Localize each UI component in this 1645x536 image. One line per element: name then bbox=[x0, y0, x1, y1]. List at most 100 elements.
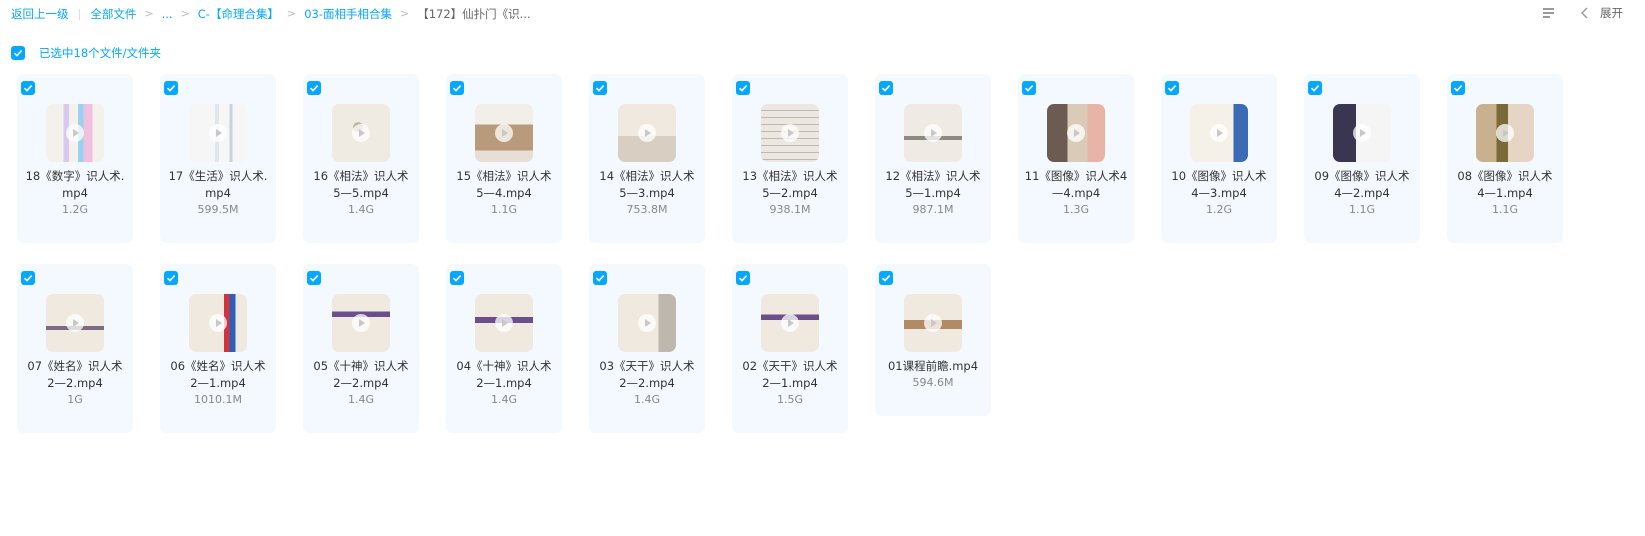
file-checkbox[interactable] bbox=[593, 271, 607, 285]
file-checkbox[interactable] bbox=[879, 81, 893, 95]
video-thumbnail bbox=[332, 294, 390, 352]
file-name: 17《生活》识人术. mp4 bbox=[168, 169, 268, 200]
video-thumbnail bbox=[1333, 104, 1391, 162]
file-size: 938.1M bbox=[769, 203, 811, 216]
play-icon bbox=[495, 314, 513, 332]
file-checkbox[interactable] bbox=[879, 271, 893, 285]
checkmark-icon bbox=[881, 275, 891, 282]
file-size: 753.8M bbox=[626, 203, 668, 216]
breadcrumb-level1[interactable]: C-【命理合集】 bbox=[198, 6, 279, 22]
file-card[interactable]: 11《图像》识人术4 —4.mp4 1.3G bbox=[1018, 74, 1134, 243]
play-icon bbox=[66, 314, 84, 332]
file-checkbox[interactable] bbox=[1165, 81, 1179, 95]
file-card[interactable]: 18《数字》识人术. mp4 1.2G bbox=[17, 74, 133, 243]
file-checkbox[interactable] bbox=[1451, 81, 1465, 95]
checkmark-icon bbox=[23, 275, 33, 282]
breadcrumb-ellipsis[interactable]: ... bbox=[162, 6, 173, 22]
file-card[interactable]: 03《天干》识人术 2—2.mp4 1.4G bbox=[589, 264, 705, 433]
video-thumbnail bbox=[189, 104, 247, 162]
top-bar: 返回上一级 | 全部文件 > ... > C-【命理合集】 > 03-面相手相合… bbox=[0, 0, 1645, 28]
video-thumbnail bbox=[475, 104, 533, 162]
file-card[interactable]: 12《相法》识人术 5—1.mp4 987.1M bbox=[875, 74, 991, 243]
file-size: 987.1M bbox=[912, 203, 954, 216]
file-checkbox[interactable] bbox=[21, 81, 35, 95]
file-size: 1.4G bbox=[347, 203, 375, 216]
file-name: 16《相法》识人术 5—5.mp4 bbox=[313, 169, 409, 200]
play-icon bbox=[66, 124, 84, 142]
view-tools: 展开 bbox=[1541, 5, 1623, 21]
breadcrumb-current: 【172】仙扑门《识... bbox=[417, 7, 531, 21]
file-name: 11《图像》识人术4 —4.mp4 bbox=[1024, 169, 1128, 200]
file-card[interactable]: 02《天干》识人术 2—1.mp4 1.5G bbox=[732, 264, 848, 433]
file-card[interactable]: 10《图像》识人术 4—3.mp4 1.2G bbox=[1161, 74, 1277, 243]
play-icon bbox=[781, 124, 799, 142]
file-size: 1.1G bbox=[1491, 203, 1519, 216]
video-thumbnail bbox=[618, 104, 676, 162]
checkmark-icon bbox=[13, 50, 23, 57]
file-checkbox[interactable] bbox=[307, 81, 321, 95]
file-card[interactable]: 16《相法》识人术 5—5.mp4 1.4G bbox=[303, 74, 419, 243]
checkmark-icon bbox=[738, 275, 748, 282]
video-thumbnail bbox=[618, 294, 676, 352]
file-name: 07《姓名》识人术 2—2.mp4 bbox=[27, 359, 123, 390]
file-checkbox[interactable] bbox=[21, 271, 35, 285]
breadcrumb-level2[interactable]: 03-面相手相合集 bbox=[304, 6, 392, 22]
file-card[interactable]: 09《图像》识人术 4—2.mp4 1.1G bbox=[1304, 74, 1420, 243]
checkmark-icon bbox=[309, 275, 319, 282]
file-card[interactable]: 06《姓名》识人术 2—1.mp4 1010.1M bbox=[160, 264, 276, 433]
file-name: 03《天干》识人术 2—2.mp4 bbox=[599, 359, 695, 390]
breadcrumb-separator-icon: > bbox=[180, 7, 190, 20]
list-view-icon[interactable] bbox=[1541, 5, 1557, 21]
checkmark-icon bbox=[452, 275, 462, 282]
select-all-checkbox[interactable] bbox=[11, 46, 25, 60]
chevron-left-icon bbox=[1581, 7, 1588, 19]
back-link[interactable]: 返回上一级 bbox=[11, 6, 69, 22]
file-checkbox[interactable] bbox=[164, 81, 178, 95]
file-size: 1.4G bbox=[347, 393, 375, 406]
file-checkbox[interactable] bbox=[164, 271, 178, 285]
video-thumbnail bbox=[1190, 104, 1248, 162]
file-card[interactable]: 08《图像》识人术 4—1.mp4 1.1G bbox=[1447, 74, 1563, 243]
file-checkbox[interactable] bbox=[1022, 81, 1036, 95]
file-card[interactable]: 15《相法》识人术 5—4.mp4 1.1G bbox=[446, 74, 562, 243]
file-name: 12《相法》识人术 5—1.mp4 bbox=[885, 169, 981, 200]
video-thumbnail bbox=[761, 104, 819, 162]
file-name: 02《天干》识人术 2—1.mp4 bbox=[742, 359, 838, 390]
play-icon bbox=[638, 314, 656, 332]
checkmark-icon bbox=[881, 85, 891, 92]
play-icon bbox=[209, 314, 227, 332]
file-checkbox[interactable] bbox=[307, 271, 321, 285]
checkmark-icon bbox=[1167, 85, 1177, 92]
file-card[interactable]: 13《相法》识人术 5—2.mp4 938.1M bbox=[732, 74, 848, 243]
checkmark-icon bbox=[452, 85, 462, 92]
file-size: 1.2G bbox=[61, 203, 89, 216]
file-checkbox[interactable] bbox=[450, 81, 464, 95]
video-thumbnail bbox=[46, 104, 104, 162]
breadcrumb-root[interactable]: 全部文件 bbox=[90, 6, 136, 22]
file-checkbox[interactable] bbox=[736, 271, 750, 285]
file-card[interactable]: 07《姓名》识人术 2—2.mp4 1G bbox=[17, 264, 133, 433]
breadcrumb: 返回上一级 | 全部文件 > ... > C-【命理合集】 > 03-面相手相合… bbox=[11, 6, 531, 22]
expand-button[interactable]: 展开 bbox=[1579, 5, 1623, 21]
file-checkbox[interactable] bbox=[450, 271, 464, 285]
file-name: 09《图像》识人术 4—2.mp4 bbox=[1314, 169, 1410, 200]
file-card[interactable]: 17《生活》识人术. mp4 599.5M bbox=[160, 74, 276, 243]
file-card[interactable]: 05《十神》识人术 2—2.mp4 1.4G bbox=[303, 264, 419, 433]
breadcrumb-separator-icon: > bbox=[286, 7, 297, 20]
play-icon bbox=[781, 314, 799, 332]
file-size: 1.2G bbox=[1205, 203, 1233, 216]
file-checkbox[interactable] bbox=[593, 81, 607, 95]
file-size: 1.3G bbox=[1062, 203, 1090, 216]
file-checkbox[interactable] bbox=[736, 81, 750, 95]
file-size: 1.4G bbox=[490, 393, 518, 406]
file-card[interactable]: 04《十神》识人术 2—1.mp4 1.4G bbox=[446, 264, 562, 433]
video-thumbnail bbox=[1047, 104, 1105, 162]
play-icon bbox=[1496, 124, 1514, 142]
file-card[interactable]: 01课程前瞻.mp4 594.6M bbox=[875, 264, 991, 416]
file-checkbox[interactable] bbox=[1308, 81, 1322, 95]
file-card[interactable]: 14《相法》识人术 5—3.mp4 753.8M bbox=[589, 74, 705, 243]
video-thumbnail bbox=[475, 294, 533, 352]
file-name: 13《相法》识人术 5—2.mp4 bbox=[742, 169, 838, 200]
file-size: 1.1G bbox=[1348, 203, 1376, 216]
play-icon bbox=[352, 314, 370, 332]
